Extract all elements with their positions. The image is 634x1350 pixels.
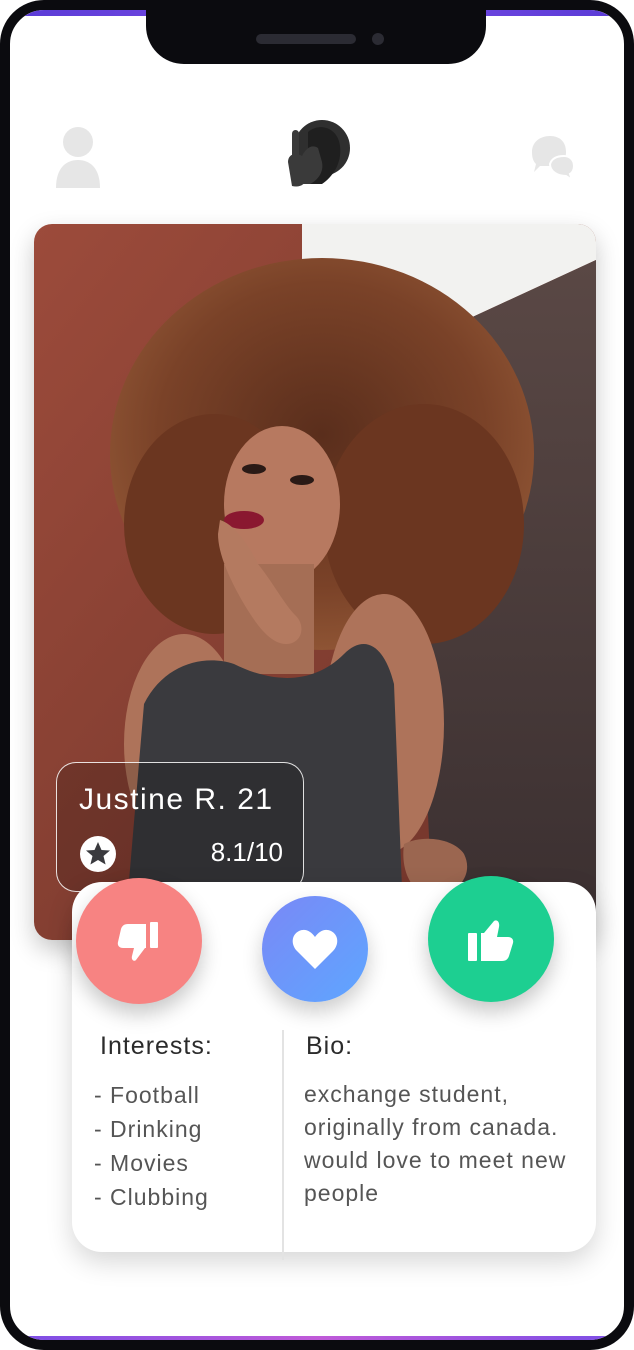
interests-list: - Football - Drinking - Movies - Clubbin… [94,1078,209,1214]
speaker-icon [256,34,356,44]
star-icon[interactable] [79,835,117,873]
thumbs-up-icon [468,920,514,961]
profile-rating: 8.1/10 [210,837,283,867]
profile-summary-box: Justine R. 21 8.1/10 [56,762,304,892]
thumbs-down-icon [117,922,158,961]
chat-icon[interactable] [528,134,576,182]
list-item: - Drinking [94,1116,203,1142]
column-divider [282,1030,284,1260]
profile-name: Justine R. 21 [79,783,274,816]
heart-icon [292,929,338,969]
profile-icon[interactable] [54,124,102,188]
profile-photo-card[interactable]: Justine R. 21 8.1/10 [34,224,596,940]
interests-heading: Interests: [100,1032,213,1060]
bio-text: exchange student, originally from canada… [304,1081,567,1206]
like-button[interactable] [428,876,554,1002]
list-item: - Clubbing [94,1184,209,1210]
phone-notch [146,10,486,64]
app-logo-icon [288,120,350,187]
screen-accent-line-bottom [10,1336,624,1340]
camera-icon [372,33,384,45]
bio-heading: Bio: [306,1032,354,1060]
list-item: - Football [94,1082,200,1108]
phone-frame: Justine R. 21 8.1/10 Interests: - Footba… [0,0,634,1350]
dislike-button[interactable] [76,878,202,1004]
list-item: - Movies [94,1150,189,1176]
favorite-button[interactable] [262,896,368,1002]
